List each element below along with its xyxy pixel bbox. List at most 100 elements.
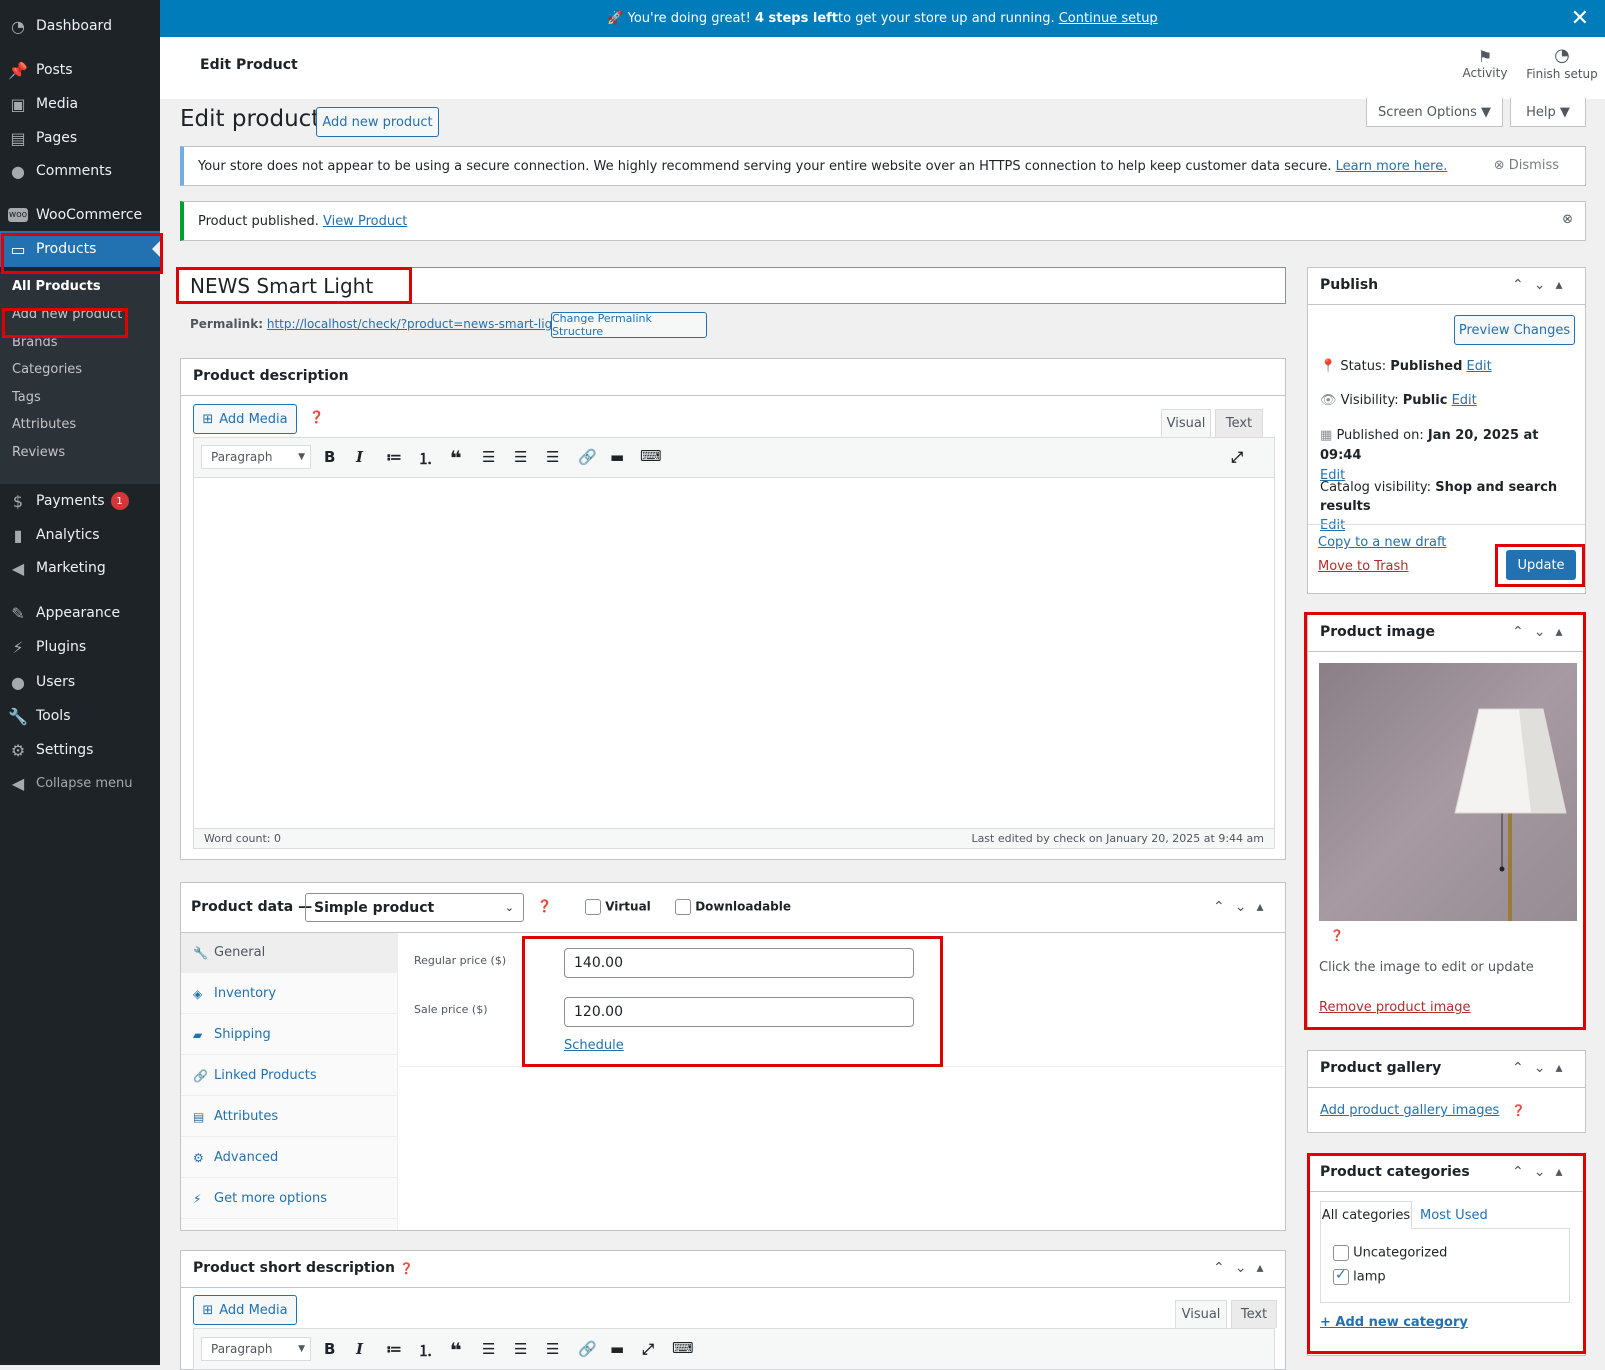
finish-setup-button[interactable]: ◔ Finish setup <box>1525 47 1599 82</box>
permalink-url[interactable]: http://localhost/check/?product=news-sma… <box>267 317 565 331</box>
short-tab-visual[interactable]: Visual <box>1175 1300 1227 1328</box>
product-title-input[interactable]: NEWS Smart Light <box>178 267 1286 304</box>
align-center-icon[interactable]: ☰ <box>514 1340 527 1358</box>
bullet-list-icon[interactable]: ≔ <box>386 448 402 466</box>
help-icon[interactable]: ❓ <box>537 899 552 913</box>
box-controls-icon[interactable]: ⌃⌄▴ <box>1512 1164 1573 1180</box>
toolbar-toggle-icon[interactable]: ⌨ <box>672 1339 694 1357</box>
align-left-icon[interactable]: ☰ <box>482 1340 495 1358</box>
fullscreen-icon[interactable]: ⤢ <box>1231 448 1243 466</box>
edit-visibility-link[interactable]: Edit <box>1452 393 1477 408</box>
virtual-checkbox[interactable] <box>585 899 601 915</box>
short-add-media-button[interactable]: ⊞ Add Media <box>193 1295 297 1325</box>
learn-more-link[interactable]: Learn more here. <box>1336 159 1448 174</box>
remove-image-link[interactable]: Remove product image <box>1319 1000 1471 1015</box>
help-icon[interactable]: ❓ <box>400 1262 414 1275</box>
product-type-select[interactable]: Simple product ⌄ <box>305 893 524 922</box>
read-more-icon[interactable]: ▬ <box>610 448 624 466</box>
move-to-trash-link[interactable]: Move to Trash <box>1318 559 1409 574</box>
bold-icon[interactable]: B <box>324 1340 335 1358</box>
add-new-product-button[interactable]: Add new product <box>316 107 439 137</box>
menu-marketing[interactable]: ◀ Marketing <box>0 551 160 585</box>
submenu-reviews[interactable]: Reviews <box>12 445 65 460</box>
regular-price-input[interactable]: 140.00 <box>564 948 914 978</box>
menu-plugins[interactable]: ⚡ Plugins <box>0 630 160 664</box>
continue-setup-link[interactable]: Continue setup <box>1059 11 1158 26</box>
dismiss-notice-icon[interactable]: ⊗ <box>1562 212 1573 227</box>
tab-inventory[interactable]: ◈ Inventory <box>181 974 397 1014</box>
tab-general[interactable]: 🔧 General <box>181 933 397 973</box>
numbered-list-icon[interactable]: ⒈ <box>418 448 433 469</box>
link-icon[interactable]: 🔗 <box>578 1340 597 1358</box>
box-controls-icon[interactable]: ⌃⌄▴ <box>1512 624 1573 640</box>
submenu-attributes[interactable]: Attributes <box>12 417 76 432</box>
menu-appearance[interactable]: ✎ Appearance <box>0 596 160 630</box>
submenu-categories[interactable]: Categories <box>12 362 82 377</box>
menu-dashboard[interactable]: ◔ Dashboard <box>0 9 160 43</box>
blockquote-icon[interactable]: ❝ <box>450 1338 462 1362</box>
menu-posts[interactable]: 📌 Posts <box>0 53 160 87</box>
box-controls-icon[interactable]: ⌃⌄▴ <box>1512 1060 1573 1076</box>
dismiss-button[interactable]: ⊗ Dismiss <box>1494 158 1559 173</box>
change-permalink-button[interactable]: Change Permalink Structure <box>551 312 707 338</box>
blockquote-icon[interactable]: ❝ <box>450 446 462 470</box>
menu-comments[interactable]: ● Comments <box>0 154 160 188</box>
update-button[interactable]: Update <box>1506 550 1576 580</box>
submenu-tags[interactable]: Tags <box>12 390 41 405</box>
menu-collapse[interactable]: ◀ Collapse menu <box>0 766 160 800</box>
copy-draft-link[interactable]: Copy to a new draft <box>1318 535 1446 550</box>
fullscreen-icon[interactable]: ⤢ <box>642 1340 654 1358</box>
menu-settings[interactable]: ⚙ Settings <box>0 733 160 767</box>
lamp-checkbox[interactable]: ✓ <box>1333 1267 1349 1285</box>
bold-icon[interactable]: B <box>324 448 335 466</box>
menu-woocommerce[interactable]: woo WooCommerce <box>0 198 160 232</box>
help-icon[interactable]: ❓ <box>1330 929 1344 942</box>
menu-pages[interactable]: ▤ Pages <box>0 121 160 155</box>
read-more-icon[interactable]: ▬ <box>610 1340 624 1358</box>
toolbar-toggle-icon[interactable]: ⌨ <box>640 447 662 465</box>
menu-users[interactable]: ● Users <box>0 665 160 699</box>
menu-media[interactable]: ▣ Media <box>0 87 160 121</box>
menu-tools[interactable]: 🔧 Tools <box>0 699 160 733</box>
link-icon[interactable]: 🔗 <box>578 448 597 466</box>
short-tab-text[interactable]: Text <box>1231 1300 1277 1328</box>
tab-get-more-options[interactable]: ⚡ Get more options <box>181 1179 397 1219</box>
italic-icon[interactable]: I <box>356 448 363 466</box>
tab-attributes[interactable]: ▤ Attributes <box>181 1097 397 1137</box>
tab-linked-products[interactable]: 🔗 Linked Products <box>181 1056 397 1096</box>
activity-button[interactable]: ⚑ Activity <box>1457 47 1513 80</box>
sale-price-input[interactable]: 120.00 <box>564 997 914 1027</box>
tab-shipping[interactable]: ▰ Shipping <box>181 1015 397 1055</box>
numbered-list-icon[interactable]: ⒈ <box>418 1340 433 1361</box>
edit-status-link[interactable]: Edit <box>1467 359 1492 374</box>
tab-visual[interactable]: Visual <box>1161 409 1211 437</box>
screen-options-button[interactable]: Screen Options ▼ <box>1366 98 1503 127</box>
tab-all-categories[interactable]: All categories <box>1320 1201 1412 1229</box>
view-product-link[interactable]: View Product <box>323 214 407 229</box>
submenu-brands[interactable]: Brands <box>12 335 58 350</box>
align-right-icon[interactable]: ☰ <box>546 1340 559 1358</box>
help-button[interactable]: Help ▼ <box>1510 98 1586 127</box>
align-right-icon[interactable]: ☰ <box>546 448 559 466</box>
downloadable-checkbox[interactable] <box>675 899 691 915</box>
add-media-button[interactable]: ⊞ Add Media <box>193 404 297 434</box>
uncategorized-checkbox[interactable] <box>1333 1245 1349 1261</box>
submenu-all-products[interactable]: All Products <box>12 279 101 294</box>
align-left-icon[interactable]: ☰ <box>482 448 495 466</box>
box-controls-icon[interactable]: ⌃⌄▴ <box>1213 1260 1274 1276</box>
schedule-link[interactable]: Schedule <box>564 1038 624 1053</box>
submenu-add-new-product[interactable]: Add new product <box>12 307 122 322</box>
menu-payments[interactable]: $ Payments 1 <box>0 484 160 518</box>
edit-catalog-link[interactable]: Edit <box>1320 518 1345 533</box>
tab-advanced[interactable]: ⚙ Advanced <box>181 1138 397 1178</box>
help-icon[interactable]: ❓ <box>309 410 324 424</box>
menu-products[interactable]: ▭ Products <box>0 231 160 267</box>
align-center-icon[interactable]: ☰ <box>514 448 527 466</box>
help-icon[interactable]: ❓ <box>1511 1104 1525 1117</box>
tab-text[interactable]: Text <box>1215 409 1263 437</box>
tab-most-used[interactable]: Most Used <box>1420 1208 1488 1223</box>
menu-analytics[interactable]: ▮ Analytics <box>0 518 160 552</box>
preview-changes-button[interactable]: Preview Changes <box>1454 315 1575 345</box>
box-controls-icon[interactable]: ⌃⌄▴ <box>1213 899 1274 915</box>
format-select[interactable]: Paragraph ▼ <box>201 445 311 469</box>
